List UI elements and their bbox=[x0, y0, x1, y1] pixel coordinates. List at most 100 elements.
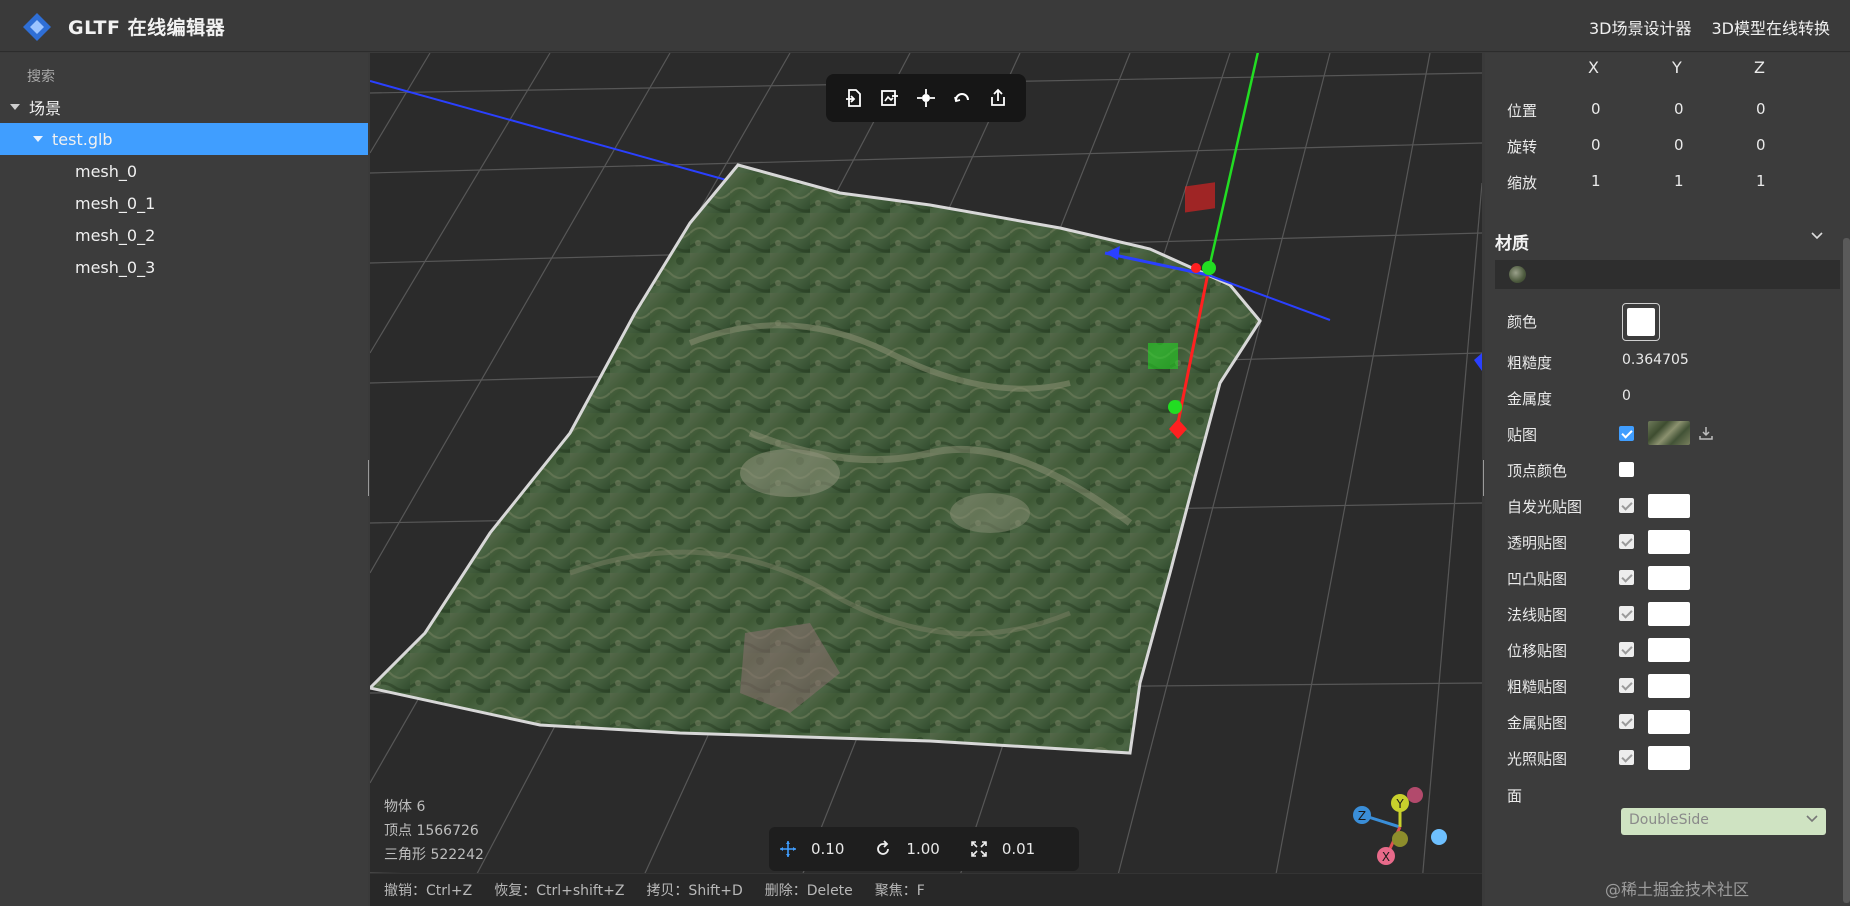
emissive-map-checkbox[interactable] bbox=[1619, 498, 1634, 513]
chevron-down-icon[interactable] bbox=[1810, 231, 1824, 241]
move-snap[interactable]: 0.10 bbox=[779, 840, 844, 858]
scale-x-input[interactable]: 1 bbox=[1591, 172, 1601, 190]
tree-item-label: mesh_0_2 bbox=[75, 225, 156, 245]
side-select[interactable]: DoubleSide bbox=[1621, 808, 1826, 835]
rotation-y-input[interactable]: 0 bbox=[1674, 136, 1684, 154]
caret-down-icon[interactable] bbox=[10, 104, 20, 110]
rotate-snap-value: 1.00 bbox=[906, 840, 940, 858]
material-section-title[interactable]: 材质 bbox=[1495, 229, 1529, 254]
rotation-z-input[interactable]: 0 bbox=[1756, 136, 1766, 154]
shortcut-undo: 撤销：Ctrl+Z bbox=[384, 883, 473, 899]
export-image-button[interactable] bbox=[878, 86, 902, 110]
position-label: 位置 bbox=[1507, 102, 1538, 120]
vertex-color-label: 顶点颜色 bbox=[1507, 462, 1568, 480]
gizmo-x-label: X bbox=[1382, 850, 1390, 864]
tree-item-label: test.glb bbox=[52, 129, 113, 149]
tree-item-label: mesh_0 bbox=[75, 161, 138, 181]
export-button[interactable] bbox=[986, 86, 1010, 110]
caret-down-icon[interactable] bbox=[33, 136, 43, 142]
tree-item-label: mesh_0_3 bbox=[75, 257, 156, 277]
scale-y-input[interactable]: 1 bbox=[1674, 172, 1684, 190]
scene-tree-panel: 搜索 场景 test.glb mesh_0 mesh_0_1 mesh_0_2 … bbox=[0, 53, 368, 906]
roughness-label: 粗糙度 bbox=[1507, 354, 1553, 372]
tree-item-scene[interactable]: 场景 bbox=[0, 91, 368, 123]
chevron-down-icon bbox=[1806, 815, 1818, 823]
alpha-map-slot[interactable] bbox=[1648, 530, 1690, 554]
material-list-item[interactable] bbox=[1495, 260, 1840, 289]
roughness-input[interactable]: 0.364705 bbox=[1622, 352, 1689, 368]
shortcut-copy: 拷贝：Shift+D bbox=[646, 883, 743, 899]
displacement-map-slot[interactable] bbox=[1648, 638, 1690, 662]
shortcut-redo: 恢复：Ctrl+shift+Z bbox=[494, 883, 625, 899]
3d-viewport[interactable]: Z Y X 物体 6 顶点 1566726 三角形 522242 0.10 1.… bbox=[370, 53, 1482, 906]
displacement-map-checkbox[interactable] bbox=[1619, 642, 1634, 657]
bump-map-label: 凹凸贴图 bbox=[1507, 570, 1568, 588]
move-snap-value: 0.10 bbox=[811, 840, 845, 858]
position-z-input[interactable]: 0 bbox=[1756, 100, 1766, 118]
snap-toolbar: 0.10 1.00 0.01 bbox=[769, 827, 1079, 871]
side-select-value: DoubleSide bbox=[1629, 812, 1709, 828]
import-file-icon bbox=[846, 89, 861, 107]
watermark: @稀土掘金技术社区 bbox=[1605, 880, 1750, 899]
properties-panel: X Y Z 位置 0 0 0 旋转 0 0 0 缩放 1 1 1 材质 颜色 粗… bbox=[1485, 53, 1850, 906]
roughness-map-checkbox[interactable] bbox=[1619, 678, 1634, 693]
map-texture-thumbnail[interactable] bbox=[1648, 421, 1690, 445]
rotate-icon bbox=[877, 840, 890, 855]
scene-designer-link[interactable]: 3D场景设计器 bbox=[1589, 15, 1692, 39]
scale-label: 缩放 bbox=[1507, 174, 1538, 192]
terrain-mesh[interactable] bbox=[370, 163, 1262, 755]
search-input[interactable]: 搜索 bbox=[27, 66, 55, 86]
rotation-label: 旋转 bbox=[1507, 138, 1538, 156]
metalness-map-slot[interactable] bbox=[1648, 710, 1690, 734]
scale-snap[interactable]: 0.01 bbox=[970, 840, 1035, 858]
tree-item-mesh[interactable]: mesh_0_3 bbox=[0, 251, 368, 283]
model-converter-link[interactable]: 3D模型在线转换 bbox=[1711, 15, 1830, 39]
rotation-x-input[interactable]: 0 bbox=[1591, 136, 1601, 154]
displacement-map-label: 位移贴图 bbox=[1507, 642, 1568, 660]
axis-y-header: Y bbox=[1672, 58, 1682, 77]
gizmo-z-label: Z bbox=[1358, 809, 1366, 823]
scale-z-input[interactable]: 1 bbox=[1756, 172, 1766, 190]
viewport-toolbar bbox=[826, 74, 1026, 122]
tree-item-mesh[interactable]: mesh_0_1 bbox=[0, 187, 368, 219]
position-x-input[interactable]: 0 bbox=[1591, 100, 1601, 118]
map-checkbox[interactable] bbox=[1619, 426, 1634, 441]
metalness-map-checkbox[interactable] bbox=[1619, 714, 1634, 729]
normal-map-label: 法线贴图 bbox=[1507, 606, 1568, 624]
roughness-map-label: 粗糙贴图 bbox=[1507, 678, 1568, 696]
position-y-input[interactable]: 0 bbox=[1674, 100, 1684, 118]
rotate-snap[interactable]: 1.00 bbox=[874, 840, 940, 858]
tree-item-label: 场景 bbox=[29, 99, 62, 118]
download-icon[interactable] bbox=[1698, 425, 1714, 441]
scene-stats: 物体 6 顶点 1566726 三角形 522242 bbox=[384, 795, 484, 867]
properties-scrollbar[interactable] bbox=[1843, 238, 1850, 903]
metalness-label: 金属度 bbox=[1507, 390, 1553, 408]
roughness-map-slot[interactable] bbox=[1648, 674, 1690, 698]
bump-map-slot[interactable] bbox=[1648, 566, 1690, 590]
share-export-icon bbox=[991, 88, 1005, 106]
rotate-view-button[interactable] bbox=[950, 86, 974, 110]
center-button[interactable] bbox=[914, 86, 938, 110]
light-map-checkbox[interactable] bbox=[1619, 750, 1634, 765]
color-picker[interactable] bbox=[1622, 303, 1660, 341]
light-map-slot[interactable] bbox=[1648, 746, 1690, 770]
alpha-map-checkbox[interactable] bbox=[1619, 534, 1634, 549]
tree-item-label: mesh_0_1 bbox=[75, 193, 156, 213]
axis-z-header: Z bbox=[1754, 58, 1765, 77]
tree-item-file[interactable]: test.glb bbox=[0, 123, 368, 155]
orbit-icon bbox=[954, 93, 969, 103]
material-preview bbox=[1509, 266, 1526, 283]
tree-item-mesh[interactable]: mesh_0 bbox=[0, 155, 368, 187]
alpha-map-label: 透明贴图 bbox=[1507, 534, 1568, 552]
crosshair-icon bbox=[917, 89, 935, 107]
tree-item-mesh[interactable]: mesh_0_2 bbox=[0, 219, 368, 251]
import-button[interactable] bbox=[842, 86, 866, 110]
normal-map-slot[interactable] bbox=[1648, 602, 1690, 626]
normal-map-checkbox[interactable] bbox=[1619, 606, 1634, 621]
metalness-input[interactable]: 0 bbox=[1622, 388, 1631, 404]
axis-helper[interactable]: Z Y X bbox=[1353, 787, 1447, 865]
bump-map-checkbox[interactable] bbox=[1619, 570, 1634, 585]
vertex-color-checkbox[interactable] bbox=[1619, 462, 1634, 477]
emissive-map-slot[interactable] bbox=[1648, 494, 1690, 518]
scene-canvas[interactable]: Z Y X bbox=[370, 53, 1482, 906]
